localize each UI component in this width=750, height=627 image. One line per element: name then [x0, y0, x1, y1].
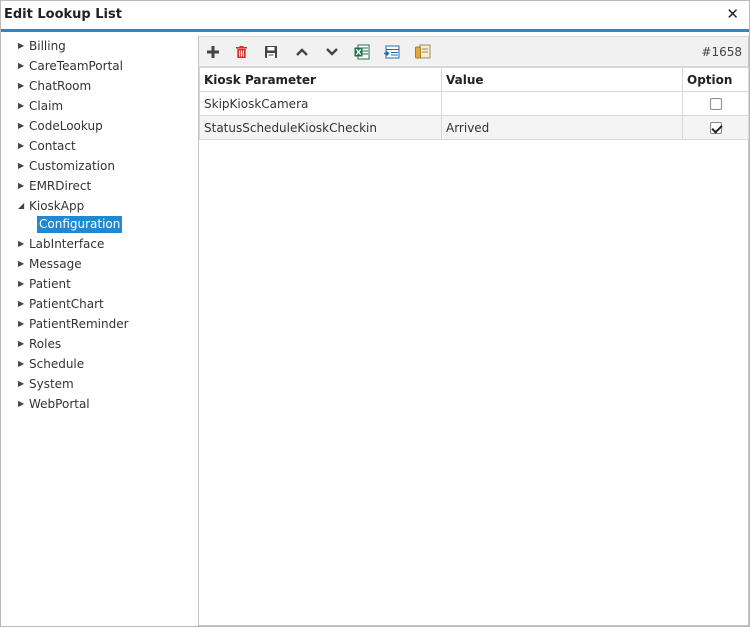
grid-panel: #1658 Kiosk Parameter Value Option SkipK… — [198, 36, 749, 626]
save-button[interactable] — [262, 44, 280, 60]
caret-collapsed-icon[interactable]: ▶ — [18, 254, 24, 274]
tree-node-claim[interactable]: ▶ Claim — [1, 96, 197, 116]
tree-node-label: Schedule — [29, 357, 85, 371]
excel-export-icon — [354, 44, 370, 60]
tree-node-patientreminder[interactable]: ▶ PatientReminder — [1, 314, 197, 334]
record-id: #1658 — [701, 45, 742, 59]
grid-toolbar: #1658 — [199, 36, 748, 67]
tree-node-codelookup[interactable]: ▶ CodeLookup — [1, 116, 197, 136]
tree-node-careteamportal[interactable]: ▶ CareTeamPortal — [1, 56, 197, 76]
tree-node-label: LabInterface — [29, 237, 105, 251]
tree-node-contact[interactable]: ▶ Contact — [1, 136, 197, 156]
tree-node-customization[interactable]: ▶ Customization — [1, 156, 197, 176]
tree-node-label: Message — [29, 257, 82, 271]
dialog-title: Edit Lookup List — [4, 7, 122, 22]
grid-header-row: Kiosk Parameter Value Option — [199, 67, 749, 92]
tree-node-label: CareTeamPortal — [29, 59, 123, 73]
tree-node-label: Billing — [29, 39, 66, 53]
caret-collapsed-icon[interactable]: ▶ — [18, 294, 24, 314]
tree-node-label: Claim — [29, 99, 64, 113]
lookup-tree: ▶ Billing ▶ CareTeamPortal ▶ ChatRoom ▶ Claim ▶ C… — [1, 36, 197, 626]
tree-node-label: PatientChart — [29, 297, 104, 311]
chevron-up-icon — [296, 48, 308, 56]
caret-collapsed-icon[interactable]: ▶ — [18, 96, 24, 116]
tree-node-schedule[interactable]: ▶ Schedule — [1, 354, 197, 374]
tree-node-label: EMRDirect — [29, 179, 92, 193]
tree-node-roles[interactable]: ▶ Roles — [1, 334, 197, 354]
tree-node-label: KioskApp — [29, 199, 85, 213]
tree-node-label: Patient — [29, 277, 71, 291]
tree-child-configuration[interactable]: Configuration — [37, 216, 197, 234]
table-row[interactable]: SkipKioskCamera — [199, 91, 749, 116]
parameter-cell[interactable]: SkipKioskCamera — [199, 91, 442, 116]
tree-node-system[interactable]: ▶ System — [1, 374, 197, 394]
caret-collapsed-icon[interactable]: ▶ — [18, 176, 24, 196]
lookup-grid: Kiosk Parameter Value Option SkipKioskCa… — [199, 67, 749, 140]
edit-lookup-list-dialog: Edit Lookup List ✕ ▶ Billing ▶ CareTeamPort… — [0, 0, 750, 627]
column-header-value[interactable]: Value — [441, 67, 683, 92]
add-button[interactable] — [204, 44, 222, 60]
caret-collapsed-icon[interactable]: ▶ — [18, 76, 24, 96]
save-icon — [265, 46, 277, 58]
caret-collapsed-icon[interactable]: ▶ — [18, 156, 24, 176]
caret-expanded-icon[interactable]: ◢ — [18, 196, 24, 216]
option-checkbox[interactable] — [709, 98, 722, 110]
caret-collapsed-icon[interactable]: ▶ — [18, 354, 24, 374]
move-up-button[interactable] — [293, 44, 311, 60]
caret-collapsed-icon[interactable]: ▶ — [18, 116, 24, 136]
tree-node-kioskapp[interactable]: ◢ KioskApp — [1, 196, 197, 216]
column-header-kiosk-parameter[interactable]: Kiosk Parameter — [199, 67, 442, 92]
tree-node-message[interactable]: ▶ Message — [1, 254, 197, 274]
option-cell — [682, 115, 749, 140]
caret-collapsed-icon[interactable]: ▶ — [18, 36, 24, 56]
caret-collapsed-icon[interactable]: ▶ — [18, 374, 24, 394]
plus-icon — [207, 46, 219, 58]
caret-collapsed-icon[interactable]: ▶ — [18, 234, 24, 254]
caret-collapsed-icon[interactable]: ▶ — [18, 314, 24, 334]
table-row[interactable]: StatusScheduleKioskCheckin Arrived — [199, 115, 749, 140]
tree-node-labinterface[interactable]: ▶ LabInterface — [1, 234, 197, 254]
option-checkbox[interactable] — [709, 122, 722, 134]
option-cell — [682, 91, 749, 116]
export-grid-button[interactable] — [383, 44, 401, 60]
chevron-down-icon — [326, 48, 338, 56]
title-bar: Edit Lookup List ✕ — [1, 1, 749, 29]
close-icon[interactable]: ✕ — [726, 5, 739, 23]
tree-node-patient[interactable]: ▶ Patient — [1, 274, 197, 294]
caret-collapsed-icon[interactable]: ▶ — [18, 334, 24, 354]
tree-node-label: Customization — [29, 159, 115, 173]
tree-node-label: Contact — [29, 139, 76, 153]
import-icon — [415, 44, 431, 59]
tree-node-patientchart[interactable]: ▶ PatientChart — [1, 294, 197, 314]
tree-node-label: Roles — [29, 337, 62, 351]
title-accent-bar — [1, 29, 749, 32]
value-cell[interactable] — [441, 91, 683, 116]
export-excel-button[interactable] — [353, 44, 371, 60]
tree-node-webportal[interactable]: ▶ WebPortal — [1, 394, 197, 414]
trash-icon — [235, 46, 247, 58]
move-down-button[interactable] — [323, 44, 341, 60]
grid-export-icon — [384, 45, 400, 59]
tree-node-emrdirect[interactable]: ▶ EMRDirect — [1, 176, 197, 196]
caret-collapsed-icon[interactable]: ▶ — [18, 394, 24, 414]
tree-node-label: ChatRoom — [29, 79, 92, 93]
tree-node-chatroom[interactable]: ▶ ChatRoom — [1, 76, 197, 96]
column-header-option[interactable]: Option — [682, 67, 749, 92]
tree-node-label: WebPortal — [29, 397, 90, 411]
tree-node-label: System — [29, 377, 74, 391]
caret-collapsed-icon[interactable]: ▶ — [18, 56, 24, 76]
tree-node-billing[interactable]: ▶ Billing — [1, 36, 197, 56]
delete-button[interactable] — [232, 44, 250, 60]
import-button[interactable] — [414, 44, 432, 60]
tree-child-label[interactable]: Configuration — [37, 216, 123, 233]
caret-collapsed-icon[interactable]: ▶ — [18, 274, 24, 294]
parameter-cell[interactable]: StatusScheduleKioskCheckin — [199, 115, 442, 140]
value-cell[interactable]: Arrived — [441, 115, 683, 140]
tree-node-label: CodeLookup — [29, 119, 103, 133]
tree-node-label: PatientReminder — [29, 317, 129, 331]
caret-collapsed-icon[interactable]: ▶ — [18, 136, 24, 156]
